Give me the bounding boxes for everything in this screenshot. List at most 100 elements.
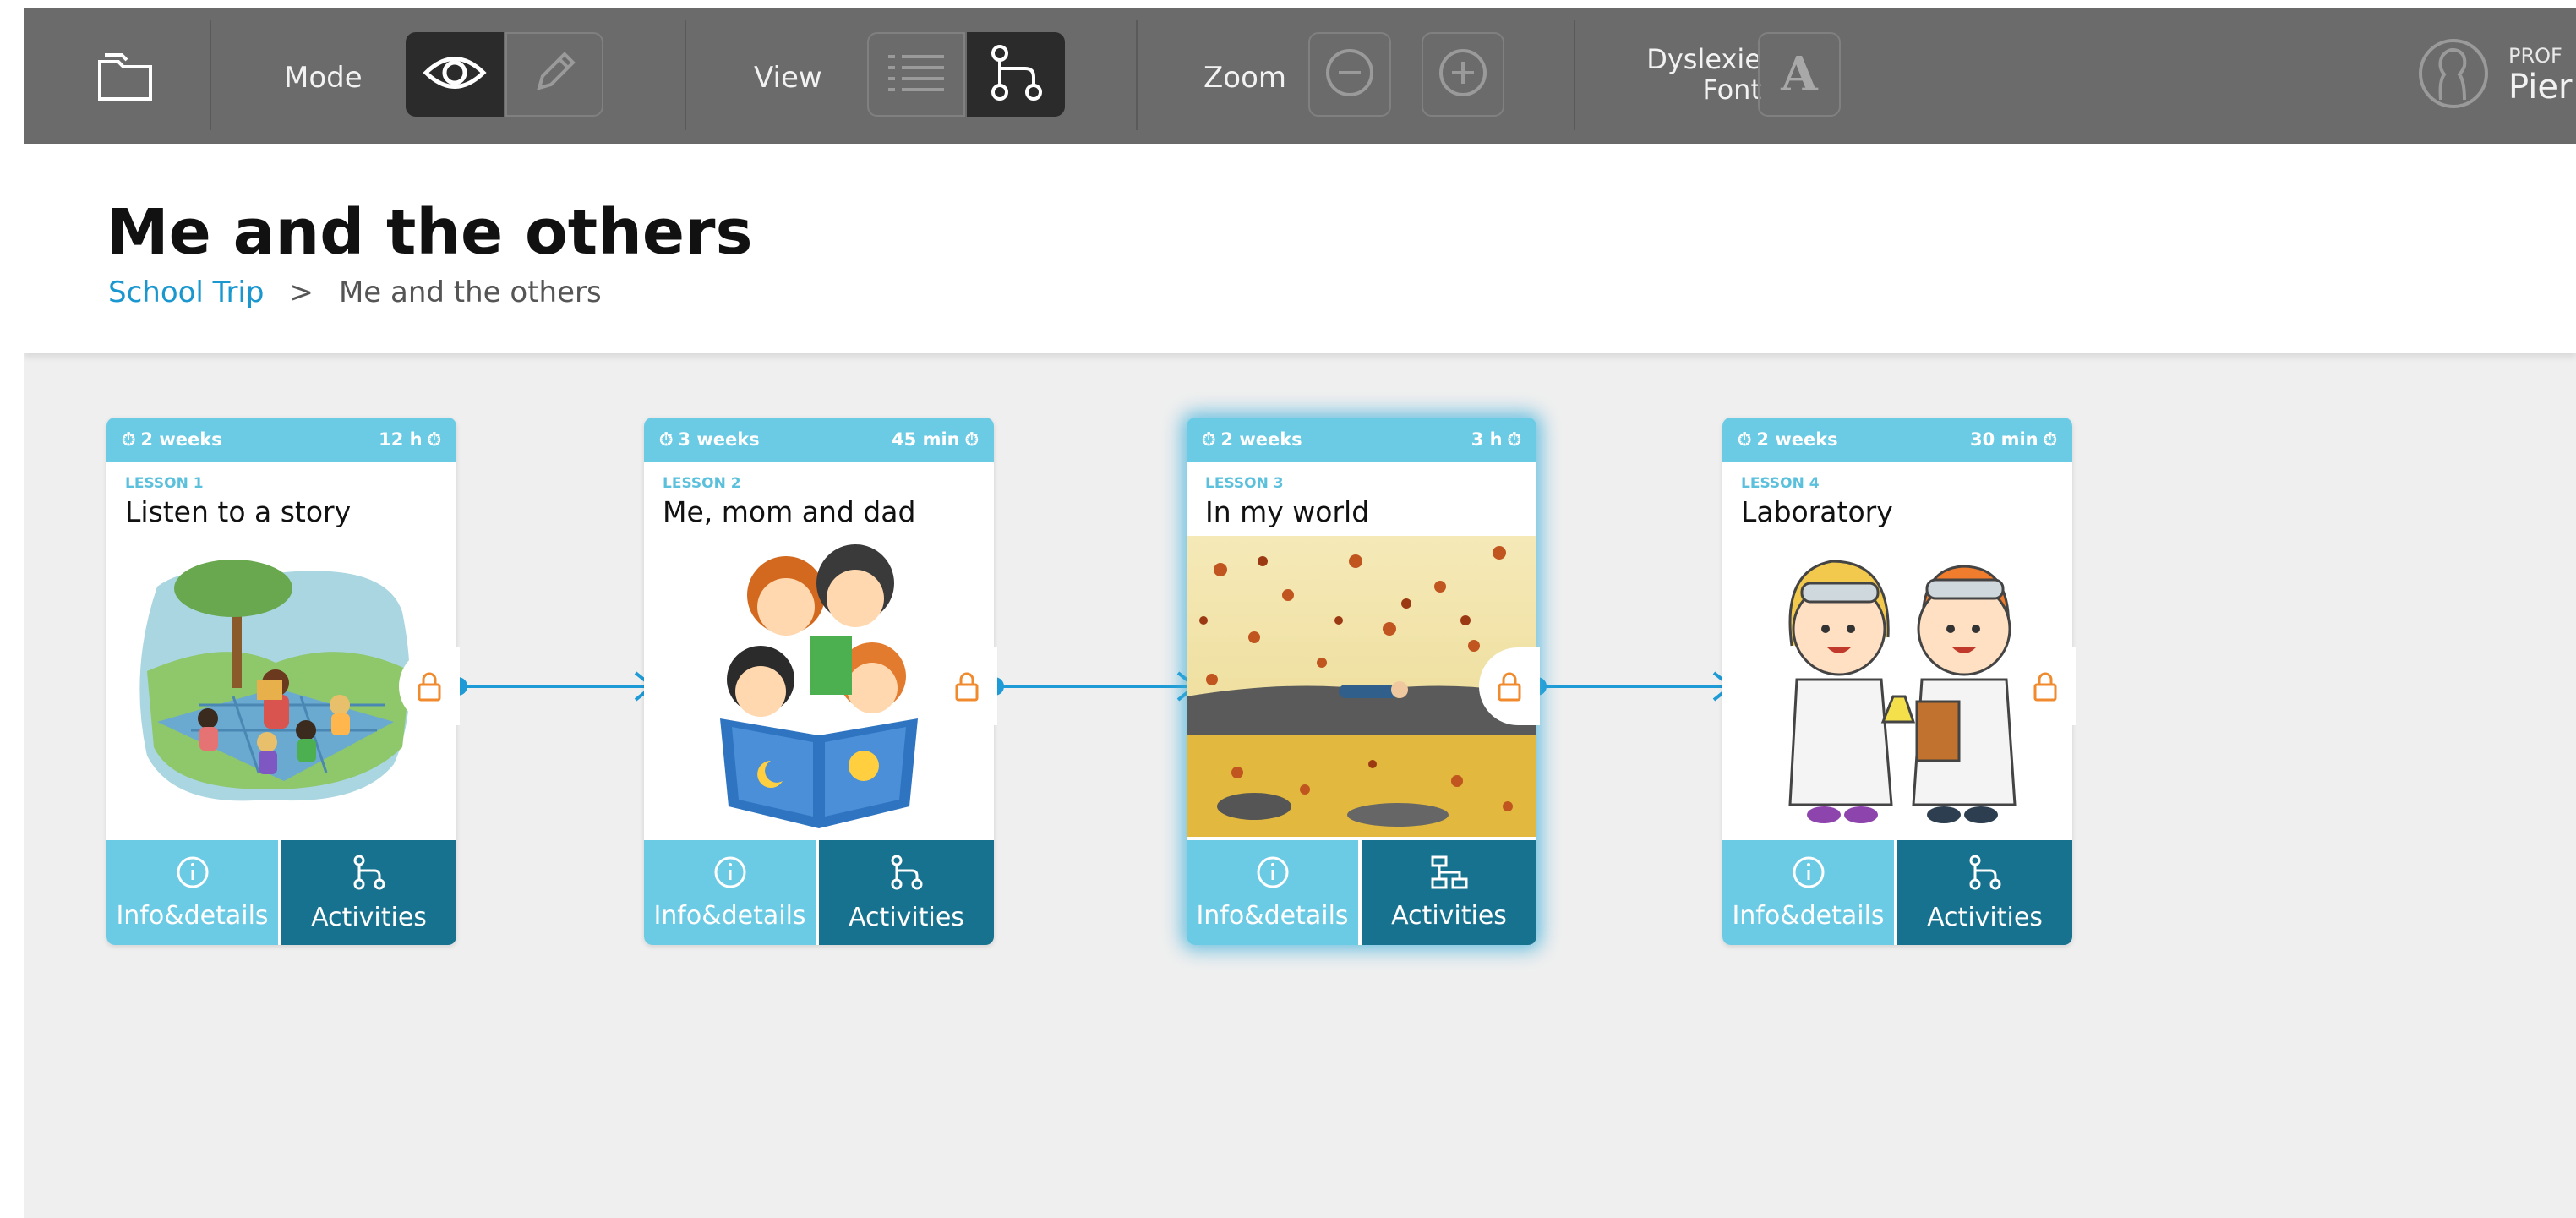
info-icon xyxy=(1256,855,1290,896)
lesson-title: Me, mom and dad xyxy=(663,495,916,528)
profile[interactable]: PROF Pier xyxy=(2417,37,2572,113)
duration: ⏱ 2 weeks xyxy=(1202,429,1302,451)
list-icon xyxy=(887,52,946,97)
toolbar-divider xyxy=(1574,20,1575,130)
stopwatch-icon: ⏱ xyxy=(427,429,441,450)
stopwatch-icon: ⏱ xyxy=(2043,429,2057,450)
pencil-icon xyxy=(529,47,580,101)
dyslexie-line1: Dyslexie xyxy=(1646,43,1761,75)
time-value: 30 min xyxy=(1970,429,2038,450)
activities-button[interactable]: Activities xyxy=(1362,840,1536,945)
connector-line xyxy=(458,685,649,688)
info-details-button[interactable]: Info&details xyxy=(644,840,819,945)
duration-value: 3 weeks xyxy=(678,429,760,450)
card-header: ⏱ 2 weeks 30 min ⏱ xyxy=(1722,418,2072,462)
profile-text: PROF Pier xyxy=(2508,44,2572,107)
path-view-button[interactable] xyxy=(967,32,1065,117)
hierarchy-icon xyxy=(1429,855,1470,896)
lesson-number: LESSON 1 xyxy=(125,475,204,492)
page-header: Me and the others School Trip > Me and t… xyxy=(24,144,2576,353)
card-actions: Info&details Activities xyxy=(1722,840,2072,945)
activities-button[interactable]: Activities xyxy=(819,840,994,945)
flow-icon xyxy=(986,43,1045,106)
activities-button[interactable]: Activities xyxy=(1897,840,2072,945)
breadcrumb-separator: > xyxy=(289,276,314,309)
time: 12 h ⏱ xyxy=(379,429,441,451)
font-a-icon: A xyxy=(1781,46,1818,102)
breadcrumb-link-school-trip[interactable]: School Trip xyxy=(108,276,264,309)
time-value: 3 h xyxy=(1471,429,1503,450)
duration: ⏱ 3 weeks xyxy=(659,429,760,451)
connector-line xyxy=(995,685,1191,688)
stopwatch-icon: ⏱ xyxy=(122,429,136,450)
info-icon xyxy=(713,855,747,896)
toolbar-divider xyxy=(685,20,686,130)
profile-role: PROF xyxy=(2508,44,2562,68)
info-details-label: Info&details xyxy=(1196,900,1349,931)
flow-icon xyxy=(351,854,388,898)
toolbar-divider xyxy=(1136,20,1138,130)
stopwatch-icon: ⏱ xyxy=(659,429,674,450)
activities-label: Activities xyxy=(1927,902,2043,932)
view-mode-button[interactable] xyxy=(406,32,504,117)
duration-value: 2 weeks xyxy=(1220,429,1302,450)
card-actions: Info&details Activities xyxy=(644,840,994,945)
card-actions: Info&details Activities xyxy=(1187,840,1536,945)
flow-icon xyxy=(1967,854,2004,898)
eye-icon xyxy=(423,52,487,97)
info-details-label: Info&details xyxy=(1732,900,1885,931)
activities-label: Activities xyxy=(1391,900,1507,931)
card-header: ⏱ 2 weeks 3 h ⏱ xyxy=(1187,418,1536,462)
dyslexie-font-button[interactable]: A xyxy=(1758,32,1841,117)
stopwatch-icon: ⏱ xyxy=(1738,429,1752,450)
time: 3 h ⏱ xyxy=(1471,429,1521,451)
activities-label: Activities xyxy=(849,902,964,932)
breadcrumb: School Trip > Me and the others xyxy=(108,276,602,309)
info-details-button[interactable]: Info&details xyxy=(1187,840,1362,945)
dyslexie-line2: Font xyxy=(1702,74,1761,106)
stopwatch-icon: ⏱ xyxy=(1202,429,1216,450)
folder-icon[interactable] xyxy=(83,42,167,110)
stopwatch-icon: ⏱ xyxy=(964,429,979,450)
info-details-label: Info&details xyxy=(116,900,269,931)
edit-mode-button[interactable] xyxy=(505,32,603,117)
zoom-label: Zoom xyxy=(1203,61,1287,95)
user-avatar-icon xyxy=(2417,37,2490,113)
zoom-in-button[interactable] xyxy=(1422,32,1504,117)
toolbar: Mode View Zoom Dyslexie Font A PROF Pier xyxy=(24,8,2576,144)
info-details-label: Info&details xyxy=(653,900,806,931)
duration-value: 2 weeks xyxy=(1756,429,1838,450)
info-details-button[interactable]: Info&details xyxy=(1722,840,1897,945)
activities-button[interactable]: Activities xyxy=(281,840,456,945)
lesson-title: Listen to a story xyxy=(125,495,352,528)
duration: ⏱ 2 weeks xyxy=(1738,429,1838,451)
stopwatch-icon: ⏱ xyxy=(1507,429,1521,450)
time: 45 min ⏱ xyxy=(892,429,979,451)
zoom-out-button[interactable] xyxy=(1308,32,1391,117)
activities-label: Activities xyxy=(311,902,427,932)
profile-name: Pier xyxy=(2508,68,2573,107)
list-view-button[interactable] xyxy=(867,32,965,117)
mode-label: Mode xyxy=(284,61,363,95)
duration: ⏱ 2 weeks xyxy=(122,429,222,451)
info-icon xyxy=(1792,855,1826,896)
plus-circle-icon xyxy=(1437,46,1489,102)
page-title: Me and the others xyxy=(106,196,753,269)
duration-value: 2 weeks xyxy=(140,429,222,450)
breadcrumb-current: Me and the others xyxy=(338,276,602,309)
time: 30 min ⏱ xyxy=(1970,429,2057,451)
lesson-number: LESSON 3 xyxy=(1205,475,1284,492)
connector-line xyxy=(1537,685,1728,688)
info-details-button[interactable]: Info&details xyxy=(106,840,281,945)
card-header: ⏱ 3 weeks 45 min ⏱ xyxy=(644,418,994,462)
lesson-title: Laboratory xyxy=(1741,495,1893,528)
time-value: 45 min xyxy=(892,429,960,450)
minus-circle-icon xyxy=(1323,46,1376,102)
app-frame: Mode View Zoom Dyslexie Font A PROF Pier… xyxy=(24,8,2576,1218)
card-actions: Info&details Activities xyxy=(106,840,456,945)
dyslexie-font-label: Dyslexie Font xyxy=(1629,44,1761,105)
flow-icon xyxy=(888,854,925,898)
card-header: ⏱ 2 weeks 12 h ⏱ xyxy=(106,418,456,462)
info-icon xyxy=(176,855,210,896)
lesson-title: In my world xyxy=(1205,495,1370,528)
